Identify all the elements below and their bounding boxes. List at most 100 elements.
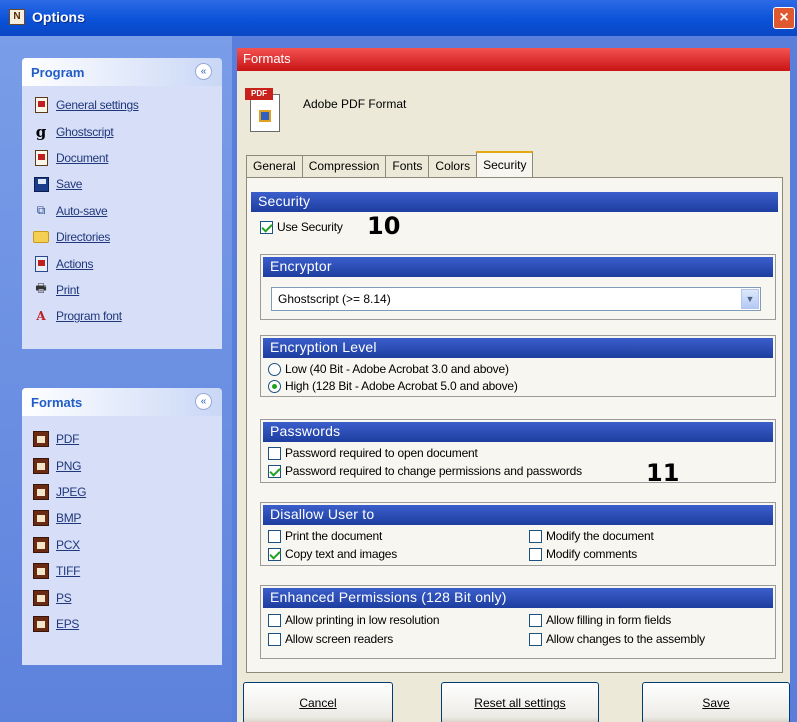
reset-all-settings-button[interactable]: Reset all settings [441,682,599,722]
sidebar-item-directories[interactable]: Directories [32,224,222,250]
chevron-down-icon[interactable]: ▼ [741,289,759,309]
radio-unselected[interactable] [268,362,281,376]
checkbox-unchecked[interactable] [529,547,542,561]
disallow-modify-comments-checkbox[interactable]: Modify comments [529,547,637,561]
low-encryption-label: Low (40 Bit - Adobe Acrobat 3.0 and abov… [285,362,509,376]
sidebar-item-print[interactable]: 🖶 Print [32,277,222,303]
passwords-header: Passwords [263,422,773,442]
checkbox-checked[interactable] [260,220,273,234]
disallow-print-label: Print the document [285,529,383,543]
sidebar-item-bmp[interactable]: BMP [32,505,222,531]
disallow-modify-comments-label: Modify comments [546,547,638,561]
encryptor-group: Encryptor Ghostscript (>= 8.14) ▼ [260,254,776,320]
collapse-icon[interactable]: « [195,393,212,410]
allow-low-res-print-checkbox[interactable]: Allow printing in low resolution [268,613,440,627]
annotation-marker-11: 11 [646,459,680,487]
sidebar-item-label[interactable]: Actions [56,257,94,271]
tab-colors[interactable]: Colors [428,155,478,177]
checkbox-unchecked[interactable] [529,632,542,646]
save-button[interactable]: Save [642,682,790,722]
low-encryption-radio[interactable]: Low (40 Bit - Adobe Acrobat 3.0 and abov… [268,362,509,376]
radio-selected[interactable] [268,379,281,393]
formats-header: Formats [237,48,790,71]
sidebar-item-label[interactable]: Program font [56,309,122,323]
sidebar-item-label[interactable]: Ghostscript [56,125,114,139]
allow-assembly-changes-checkbox[interactable]: Allow changes to the assembly [529,632,705,646]
high-encryption-radio[interactable]: High (128 Bit - Adobe Acrobat 5.0 and ab… [268,379,518,393]
sidebar-item-label[interactable]: Save [56,177,82,191]
tab-general[interactable]: General [246,155,303,177]
bmp-format-icon [32,509,50,527]
sidebar-item-label[interactable]: Auto-save [56,204,108,218]
close-button[interactable]: × [773,7,795,29]
eps-format-icon [32,615,50,633]
sidebar-item-document[interactable]: Document [32,145,222,171]
sidebar-item-pcx[interactable]: PCX [32,532,222,558]
sidebar-item-pdf[interactable]: PDF [32,426,222,452]
collapse-icon[interactable]: « [195,63,212,80]
sidebar-item-label[interactable]: BMP [56,511,81,525]
disallow-group: Disallow User to Print the document Copy… [260,502,776,566]
sidebar-item-label[interactable]: EPS [56,617,79,631]
sidebar-item-ps[interactable]: PS [32,584,222,610]
program-group: Program « General settings g Ghostscript … [22,58,222,349]
sidebar-item-jpeg[interactable]: JPEG [32,479,222,505]
disallow-modify-document-checkbox[interactable]: Modify the document [529,529,654,543]
format-info: PDF Adobe PDF Format [237,71,790,139]
sidebar-item-general-settings[interactable]: General settings [32,92,222,118]
sidebar-item-label[interactable]: PNG [56,459,81,473]
checkbox-checked[interactable] [268,547,281,561]
sidebar-item-label[interactable]: TIFF [56,564,80,578]
encryption-level-group: Encryption Level Low (40 Bit - Adobe Acr… [260,335,776,397]
sidebar-item-label[interactable]: PCX [56,538,80,552]
password-open-checkbox[interactable]: Password required to open document [268,446,478,460]
network-icon: ⧉ [36,203,46,218]
cancel-button[interactable]: Cancel [243,682,393,722]
program-group-header[interactable]: Program « [22,58,222,86]
checkbox-unchecked[interactable] [268,529,281,543]
checkbox-unchecked[interactable] [268,446,281,460]
disallow-print-checkbox[interactable]: Print the document [268,529,382,543]
use-security-label: Use Security [277,220,343,234]
sidebar-item-png[interactable]: PNG [32,452,222,478]
sidebar-item-label[interactable]: Document [56,151,109,165]
sidebar-item-label[interactable]: JPEG [56,485,86,499]
sidebar-item-actions[interactable]: Actions [32,250,222,276]
sidebar-item-program-font[interactable]: A Program font [32,303,222,329]
checkbox-checked[interactable] [268,464,281,478]
disallow-copy-checkbox[interactable]: Copy text and images [268,547,397,561]
use-security-checkbox[interactable]: Use Security [260,220,343,234]
encryptor-select[interactable]: Ghostscript (>= 8.14) ▼ [271,287,761,311]
formats-group-header[interactable]: Formats « [22,388,222,416]
tab-compression[interactable]: Compression [301,155,387,177]
high-encryption-label: High (128 Bit - Adobe Acrobat 5.0 and ab… [285,379,518,393]
sidebar-item-label[interactable]: General settings [56,98,139,112]
sidebar-item-ghostscript[interactable]: g Ghostscript [32,118,222,144]
checkbox-unchecked[interactable] [529,529,542,543]
allow-form-fields-label: Allow filling in form fields [546,613,672,627]
checkbox-unchecked[interactable] [529,613,542,627]
allow-low-res-print-label: Allow printing in low resolution [285,613,440,627]
document-icon [32,149,50,167]
checkbox-unchecked[interactable] [268,632,281,646]
ps-format-icon [32,589,50,607]
allow-form-fields-checkbox[interactable]: Allow filling in form fields [529,613,671,627]
allow-screen-readers-checkbox[interactable]: Allow screen readers [268,632,393,646]
annotation-marker-10: 10 [367,212,401,240]
sidebar-item-tiff[interactable]: TIFF [32,558,222,584]
printer-icon: 🖶 [35,281,47,296]
tab-fonts[interactable]: Fonts [385,155,430,177]
encryptor-selected: Ghostscript (>= 8.14) [278,292,391,306]
password-change-checkbox[interactable]: Password required to change permissions … [268,464,582,478]
tab-security[interactable]: Security [476,151,534,177]
sidebar-item-label[interactable]: PS [56,591,72,605]
sidebar-item-auto-save[interactable]: ⧉ Auto-save [32,198,222,224]
sidebar-item-eps[interactable]: EPS [32,611,222,637]
sidebar-item-save[interactable]: Save [32,171,222,197]
checkbox-unchecked[interactable] [268,613,281,627]
sidebar-item-label[interactable]: Directories [56,230,110,244]
app-logo-icon: N [9,9,25,25]
sidebar-item-label[interactable]: PDF [56,432,79,446]
folder-icon [32,228,50,246]
sidebar-item-label[interactable]: Print [56,283,79,297]
